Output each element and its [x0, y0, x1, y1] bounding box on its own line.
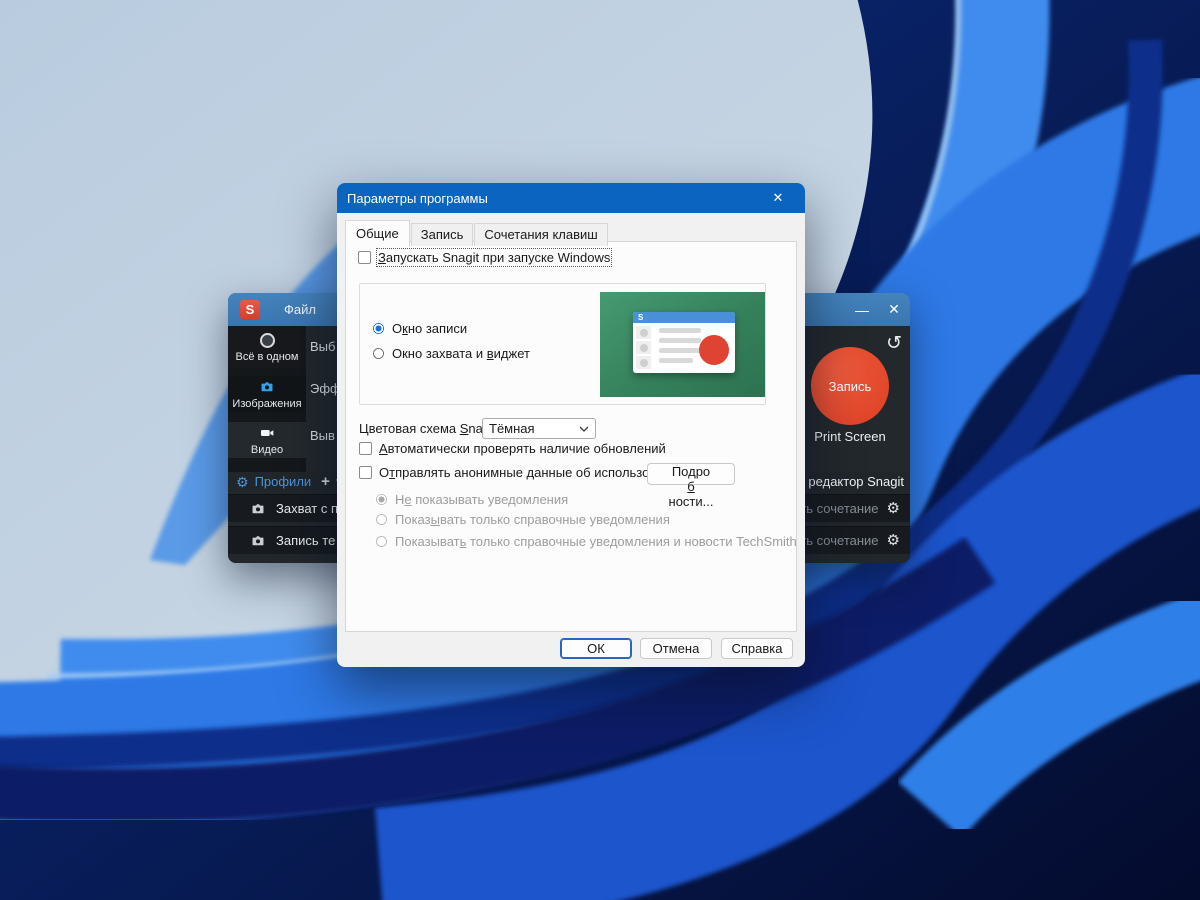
sidebar-item-video[interactable]: Видео — [228, 422, 306, 458]
capture-type-sidebar: Всё в одном Изображения Видео — [228, 326, 306, 472]
updates-checkbox-label: Автоматически проверять наличие обновлен… — [379, 441, 666, 456]
window-mode-groupbox: Окно записи Окно захвата и виджет S — [359, 283, 766, 405]
profiles-toggle[interactable]: ⚙ Профили + ▾ — [236, 473, 340, 490]
sidebar-item-image[interactable]: Изображения — [228, 376, 306, 412]
capture-panel: ↺ Запись Print Screen — [798, 326, 910, 472]
column-label-selection-fragment: Выб — [310, 339, 335, 354]
preview-text-bars — [659, 328, 701, 363]
notify-help-row: Показывать только справочные уведомления — [375, 512, 670, 527]
menu-file[interactable]: Файл — [284, 302, 316, 317]
minimize-button[interactable]: — — [846, 293, 878, 326]
notify-none-label: Не показывать уведомления — [395, 492, 568, 507]
hotkey-assign-fragment[interactable]: ить сочетание — [793, 533, 878, 548]
capture-widget-radio-label: Окно захвата и виджет — [392, 346, 530, 361]
capture-widget-radio[interactable] — [372, 347, 385, 360]
profiles-label: Профили — [255, 474, 312, 489]
record-window-radio-label: Окно записи — [392, 321, 467, 336]
preview-app-card: S — [633, 312, 735, 373]
dialog-close-button[interactable]: ✕ — [761, 183, 795, 213]
dialog-tabs: Общие Запись Сочетания клавиш — [345, 219, 609, 246]
hotkey-assign-fragment[interactable]: ить сочетание — [793, 501, 878, 516]
camera-icon — [259, 379, 275, 395]
theme-label: Цветовая схема Snagit: — [359, 421, 500, 436]
notify-news-label: Показывать только справочные уведомления… — [395, 534, 797, 549]
close-button[interactable]: ✕ — [878, 293, 910, 326]
sidebar-item-all-in-one[interactable]: Всё в одном — [228, 327, 306, 368]
notify-news-row: Показывать только справочные уведомления… — [375, 534, 797, 549]
tab-capture[interactable]: Запись — [411, 223, 474, 246]
cancel-button[interactable]: Отмена — [640, 638, 712, 659]
profiles-gear-icon: ⚙ — [236, 475, 249, 489]
all-in-one-icon — [260, 333, 275, 348]
record-button[interactable]: Запись — [811, 347, 889, 425]
camera-icon — [250, 533, 266, 549]
camera-icon — [250, 501, 266, 517]
preview-sidebar — [636, 326, 651, 369]
mode-record-window-row[interactable]: Окно записи — [372, 321, 467, 336]
tab-page-general: Запускать Snagit при запуске Windows Окн… — [345, 241, 797, 632]
preview-card-header: S — [633, 312, 735, 323]
tab-hotkeys[interactable]: Сочетания клавиш — [474, 223, 607, 246]
notify-none-radio — [375, 493, 388, 506]
details-button[interactable]: Подробности... — [647, 463, 735, 485]
dialog-title: Параметры программы — [347, 191, 488, 206]
chevron-down-icon — [579, 426, 589, 432]
preview-record-button — [699, 335, 729, 365]
updates-checkbox[interactable] — [359, 442, 372, 455]
profile-settings-gear-icon[interactable]: ⚙ — [887, 501, 900, 516]
record-hotkey-label: Print Screen — [798, 429, 902, 444]
notify-none-row: Не показывать уведомления — [375, 492, 568, 507]
add-profile-button[interactable]: + — [321, 473, 330, 490]
ok-button[interactable]: ОК — [560, 638, 632, 659]
snagit-logo: S — [240, 300, 260, 320]
startup-checkbox-label: Запускать Snagit при запуске Windows — [378, 250, 610, 265]
help-button[interactable]: Справка — [721, 638, 793, 659]
updates-checkbox-row[interactable]: Автоматически проверять наличие обновлен… — [359, 441, 666, 456]
sidebar-item-label: Видео — [251, 444, 283, 456]
analytics-checkbox-row[interactable]: Отправлять анонимные данные об использов… — [359, 465, 685, 480]
startup-checkbox[interactable] — [358, 251, 371, 264]
record-window-radio[interactable] — [372, 322, 385, 335]
theme-label-row: Цветовая схема Snagit: — [359, 421, 500, 436]
column-label-output-fragment: Выв — [310, 428, 335, 443]
sidebar-item-label: Изображения — [232, 398, 301, 410]
profile-name-fragment: Захват с п — [276, 501, 338, 516]
theme-select-value: Тёмная — [489, 421, 535, 436]
sidebar-item-label: Всё в одном — [236, 351, 299, 363]
dialog-titlebar: Параметры программы ✕ — [337, 183, 805, 213]
mode-preview-image: S — [600, 292, 765, 397]
program-settings-dialog: Параметры программы ✕ Общие Запись Сочет… — [337, 183, 805, 667]
startup-checkbox-row[interactable]: Запускать Snagit при запуске Windows — [358, 250, 610, 265]
mode-capture-widget-row[interactable]: Окно захвата и виджет — [372, 346, 530, 361]
profile-settings-gear-icon[interactable]: ⚙ — [887, 533, 900, 548]
reset-icon[interactable]: ↺ — [886, 332, 902, 355]
notify-help-label: Показывать только справочные уведомления — [395, 512, 670, 527]
open-editor-link-fragment[interactable]: ть редактор Snagit — [792, 474, 904, 489]
notify-help-radio — [375, 513, 388, 526]
video-camera-icon — [259, 425, 275, 441]
notify-news-radio — [375, 535, 388, 548]
theme-select[interactable]: Тёмная — [482, 418, 596, 439]
analytics-checkbox[interactable] — [359, 466, 372, 479]
analytics-checkbox-label: Отправлять анонимные данные об использов… — [379, 465, 685, 480]
tab-general[interactable]: Общие — [345, 220, 410, 247]
profile-name-fragment: Запись те — [276, 533, 335, 548]
record-button-label: Запись — [829, 379, 872, 394]
